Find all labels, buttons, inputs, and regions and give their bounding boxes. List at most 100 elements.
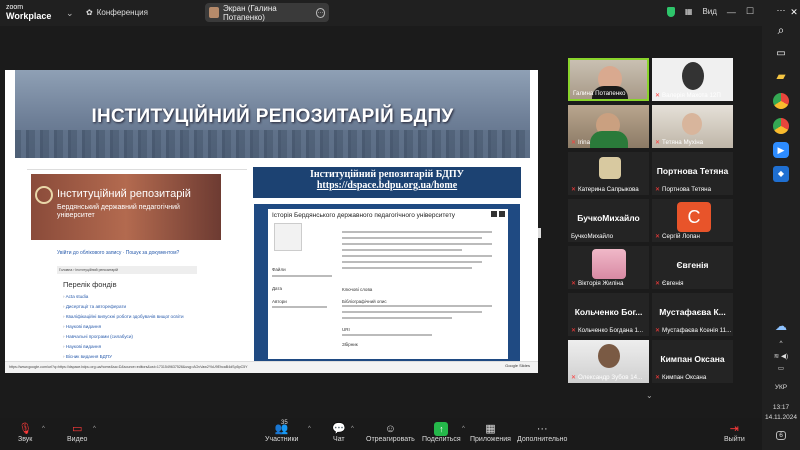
conference-menu[interactable]: ✿ Конференция: [86, 8, 148, 17]
repository-site-preview: Інституційний репозитарій Бердянський де…: [27, 164, 247, 364]
grid-icon[interactable]: ▦: [685, 7, 693, 16]
participant-name: ✕ Мустафаєва Ксенія 11...: [655, 327, 732, 334]
zoom-app-icon[interactable]: ▶: [773, 142, 789, 158]
notification-count: 6: [776, 431, 786, 440]
view-button[interactable]: Вид: [702, 7, 716, 16]
shared-screen: ІНСТИТУЦІЙНИЙ РЕПОЗИТАРІЙ БДПУ Інституці…: [5, 70, 538, 373]
participant-tile[interactable]: Портнова Тетяна ✕ Портнова Тетяна: [652, 152, 733, 195]
browser-status-url: https://www.google.com/url?q=https://dsp…: [5, 361, 538, 373]
wifi-icon[interactable]: ≋ ◀): [762, 352, 800, 360]
mic-muted-icon: ✕: [571, 328, 577, 334]
participants-button[interactable]: 👥 35 Участники: [265, 420, 298, 443]
chrome-icon[interactable]: [773, 93, 789, 109]
minimize-icon[interactable]: —: [727, 7, 736, 17]
item-page: Історія Бердянського державного педагогі…: [268, 209, 508, 359]
share-button[interactable]: ↑ Поделиться: [422, 422, 461, 443]
battery-icon[interactable]: ▭: [762, 364, 800, 372]
chat-button[interactable]: 💬 Чат: [332, 422, 346, 443]
text-line: [342, 243, 492, 245]
chevron-down-icon[interactable]: ⌄: [66, 8, 74, 19]
mic-muted-icon: ✕: [571, 187, 577, 193]
clock-time[interactable]: 13:17: [762, 404, 800, 411]
audio-button[interactable]: 🎙 Звук: [18, 422, 32, 443]
folder-icon[interactable]: ▰: [773, 68, 789, 84]
leave-button[interactable]: ⇥ Выйти: [724, 422, 745, 443]
login-link: Увійти до облікового запису · Пошук за д…: [57, 250, 180, 256]
more-options-icon[interactable]: ···: [315, 7, 325, 18]
avatar: [599, 157, 621, 179]
close-icon: [499, 211, 505, 217]
mic-muted-icon: ✕: [655, 375, 661, 381]
zoom-logo: zoom Workplace: [6, 4, 52, 21]
chrome-icon[interactable]: [773, 118, 789, 134]
mic-muted-icon: ✕: [571, 140, 577, 146]
cloud-icon[interactable]: ☁: [773, 318, 789, 334]
notification-badge[interactable]: 6: [762, 431, 800, 440]
participant-tile[interactable]: Євгенія ✕ Євгенія: [652, 246, 733, 289]
banner-title: ІНСТИТУЦІЙНИЙ РЕПОЗИТАРІЙ БДПУ: [91, 106, 454, 127]
participant-tile[interactable]: ✕ Тетяна Мухіна: [652, 105, 733, 148]
maximize-icon[interactable]: ☐: [746, 6, 754, 17]
more-button[interactable]: ··· Дополнительно: [517, 422, 567, 443]
video-button[interactable]: ▭ Видео: [67, 422, 87, 443]
chevron-up-icon[interactable]: ^: [351, 426, 354, 432]
meeting-toolbar: 🎙 Звук ^ ▭ Видео ^ 👥 35 Участники ^ 💬 Ча…: [0, 418, 762, 450]
books-image: [15, 130, 530, 158]
breadcrumb: Головна › Інституційний репозитарій: [57, 266, 197, 274]
text-line: [342, 334, 432, 336]
participant-tile[interactable]: БучкоМихайло БучкоМихайло: [568, 199, 649, 242]
participant-big-name: БучкоМихайло: [577, 213, 640, 223]
participant-face: [598, 344, 620, 368]
more-dots-icon: ···: [536, 423, 548, 435]
site-hero: Інституційний репозитарій Бердянський де…: [31, 174, 221, 240]
close-icon[interactable]: ✕: [786, 4, 800, 20]
participant-tile[interactable]: Мустафаєва К... ✕ Мустафаєва Ксенія 11...: [652, 293, 733, 336]
participant-tile[interactable]: Кольченко Бог... ✕ Кольченко Богдана 1...: [568, 293, 649, 336]
search-icon[interactable]: ⌕: [773, 22, 789, 38]
participant-tile[interactable]: С ✕ Сергій Лопан: [652, 199, 733, 242]
participant-name: ✕ Портнова Тетяна: [655, 186, 712, 193]
text-line: [342, 267, 472, 269]
participant-name: ✕ Кимпан Оксана: [655, 374, 707, 381]
clock-date[interactable]: 14.11.2024: [762, 414, 800, 421]
document-thumbnail: [274, 223, 302, 251]
list-item: Acta studia: [63, 292, 184, 302]
authors-label: Автори: [272, 299, 287, 304]
participant-tile[interactable]: ✕ Катерина Сапрыкова: [568, 152, 649, 195]
chevron-up-icon[interactable]: ^: [42, 426, 45, 432]
keyboard-language[interactable]: УКР: [762, 384, 800, 391]
site-nav: [27, 164, 247, 170]
collection-label: Збірник: [342, 342, 358, 347]
uri-label: URI: [342, 327, 350, 332]
participant-tile[interactable]: Галина Потапенко: [568, 58, 649, 101]
participant-tile[interactable]: ✕ Валерія Махота 12П: [652, 58, 733, 101]
panel-resize-handle[interactable]: [538, 228, 541, 238]
fonds-list: Acta studia Дисертації та автореферати К…: [63, 292, 184, 362]
chevron-down-icon[interactable]: ⌄: [646, 391, 653, 400]
date-label: Дата: [272, 286, 282, 291]
task-view-icon[interactable]: ▭: [773, 46, 789, 62]
chat-icon: 💬: [332, 423, 346, 435]
participant-tile[interactable]: Кимпан Оксана ✕ Кимпан Оксана: [652, 340, 733, 383]
chevron-up-icon[interactable]: ^: [462, 426, 465, 432]
text-line: [272, 306, 327, 308]
participant-tile[interactable]: ✕ Вікторія Жиліна: [568, 246, 649, 289]
participants-count: 35: [281, 420, 288, 426]
participant-tile[interactable]: ✕ Irina: [568, 105, 649, 148]
app-icon[interactable]: ◆: [773, 166, 789, 182]
screen-share-indicator[interactable]: Экран (Галина Потапенко) ···: [205, 3, 329, 22]
apps-icon: ▦: [485, 423, 496, 435]
participant-big-name: Мустафаєва К...: [659, 307, 726, 317]
react-button[interactable]: ☺ Отреагировать: [366, 422, 415, 443]
participant-name: ✕ Irina: [571, 139, 591, 146]
chevron-up-icon[interactable]: ^: [308, 426, 311, 432]
apps-button[interactable]: ▦ Приложения: [470, 422, 511, 443]
chevron-up-icon[interactable]: ^: [93, 426, 96, 432]
participant-name: ✕ Валерія Махота 12П: [655, 92, 721, 99]
chevron-up-icon[interactable]: ^: [762, 340, 800, 347]
participant-tile[interactable]: ✕ Олександр Зубов 14...: [568, 340, 649, 383]
shield-icon[interactable]: [666, 6, 675, 17]
files-label: Файли: [272, 267, 286, 272]
text-line: [342, 255, 492, 257]
repo-url-link: https://dspace.bdpu.org.ua/home: [316, 180, 458, 191]
